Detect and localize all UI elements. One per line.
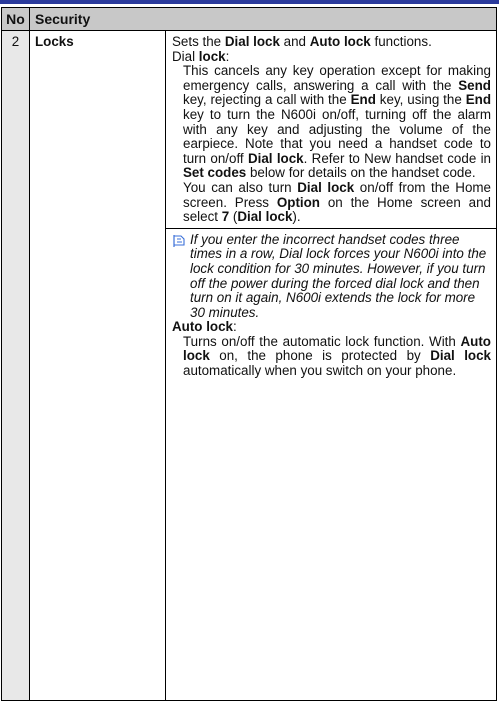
top-rule bbox=[0, 0, 499, 4]
table-row: 2 Locks Sets the Dial lock and Auto lock… bbox=[1, 30, 497, 701]
row-name: Locks bbox=[29, 30, 166, 701]
row-description: Sets the Dial lock and Auto lock functio… bbox=[165, 30, 497, 701]
header-no: No bbox=[1, 7, 30, 31]
home-screen-description: You can also turn Dial lock on/off from … bbox=[183, 179, 491, 225]
note-text: If you enter the incorrect handset codes… bbox=[190, 231, 487, 320]
row-number: 2 bbox=[1, 30, 30, 701]
header-section: Security bbox=[29, 7, 497, 31]
security-table: No Security 2 Locks Sets the Dial lock a… bbox=[1, 7, 497, 701]
cell-divider bbox=[166, 227, 496, 229]
dial-lock-heading: Dial lock: bbox=[172, 48, 230, 64]
note-block: If you enter the incorrect handset codes… bbox=[172, 231, 491, 321]
table-header-row: No Security bbox=[1, 7, 497, 31]
dial-lock-description: This cancels any key operation except fo… bbox=[183, 63, 492, 181]
auto-lock-description: Turns on/off the automatic lock function… bbox=[183, 333, 492, 379]
auto-lock-heading: Auto lock: bbox=[172, 319, 237, 335]
intro-text: Sets the Dial lock and Auto lock functio… bbox=[172, 34, 432, 49]
note-icon bbox=[172, 234, 186, 248]
